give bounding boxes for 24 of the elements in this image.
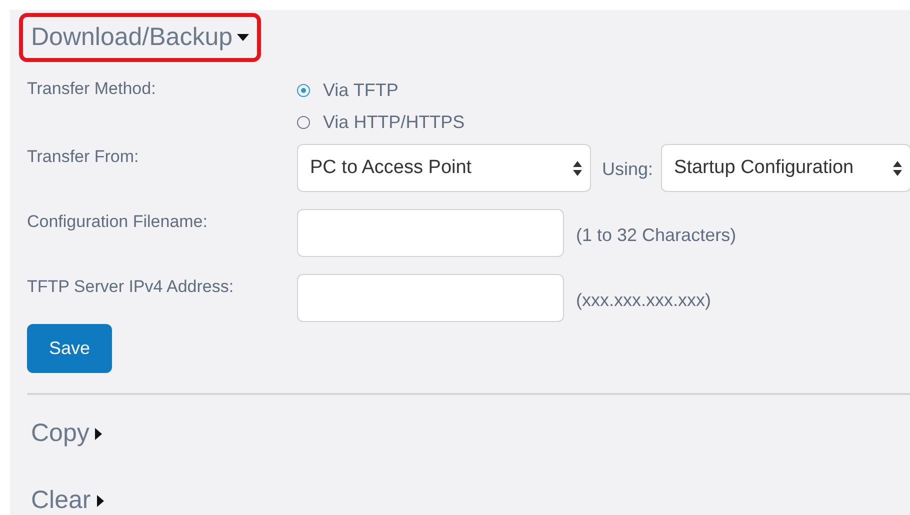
section-header[interactable]: Copy xyxy=(19,409,910,458)
field-label: Transfer Method: xyxy=(27,78,157,100)
field-label: TFTP Server IPv4 Address: xyxy=(27,276,235,298)
caret-right-icon xyxy=(96,494,104,506)
radio-button[interactable] xyxy=(297,84,310,97)
using-label: Using: xyxy=(602,158,654,181)
field-label: Configuration Filename: xyxy=(27,211,208,233)
text-field[interactable] xyxy=(297,209,564,257)
section-header[interactable]: Clear xyxy=(19,476,910,515)
field-hint: (1 to 32 Characters) xyxy=(576,224,736,247)
radio-option[interactable]: Via HTTP/HTTPS xyxy=(297,109,465,136)
save-button[interactable]: Save xyxy=(27,324,112,373)
dropdown-select[interactable]: PC to Access Point xyxy=(297,144,591,192)
up-down-arrows-icon xyxy=(893,160,902,176)
field-hint: (xxx.xxx.xxx.xxx) xyxy=(576,289,711,312)
up-down-arrows-icon xyxy=(573,160,582,176)
radio-button[interactable] xyxy=(297,116,310,129)
caret-down-icon xyxy=(236,34,249,41)
radio-option[interactable]: Via TFTP xyxy=(297,77,465,104)
section-header[interactable]: Download/Backup xyxy=(19,13,261,62)
dropdown-select[interactable]: Startup Configuration xyxy=(661,144,910,192)
caret-right-icon xyxy=(95,428,102,440)
text-field[interactable] xyxy=(297,274,564,322)
field-label: Transfer From: xyxy=(27,146,140,168)
